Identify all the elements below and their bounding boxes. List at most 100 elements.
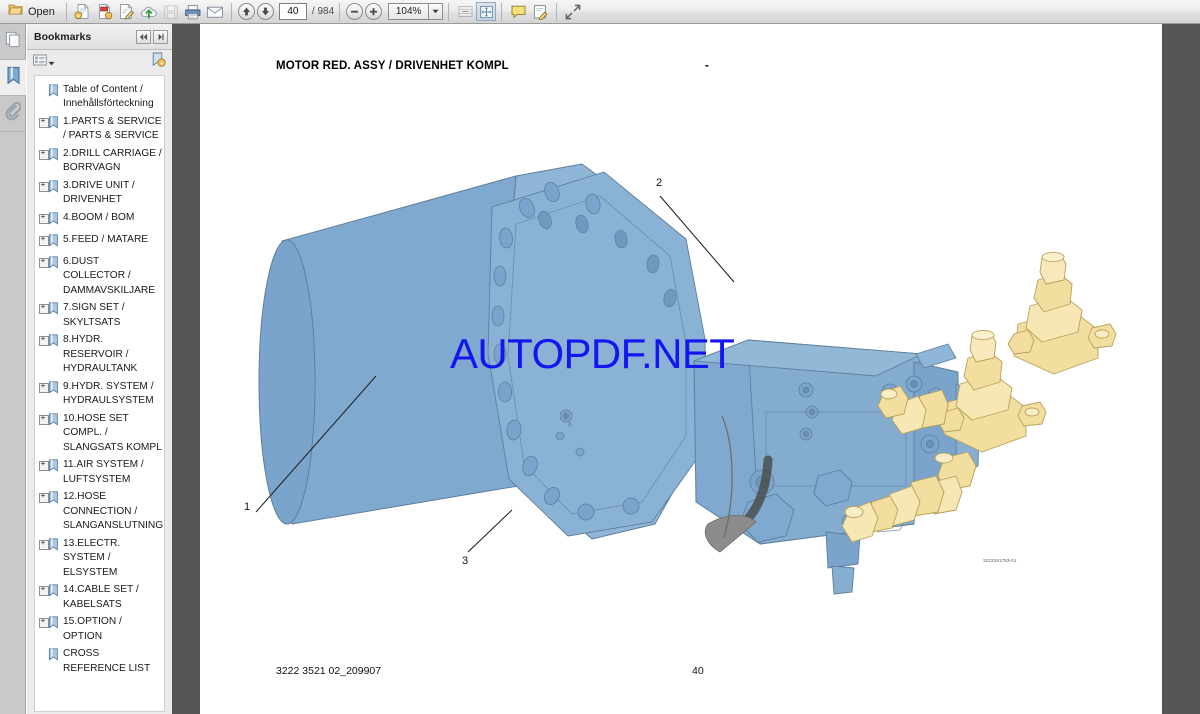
list-item[interactable]: 2.DRILL CARRIAGE / BORRVAGN [35,145,164,177]
edit-pdf-icon[interactable] [116,2,138,22]
bookmarks-tab[interactable] [0,60,26,96]
bookmark-icon [48,380,61,399]
save-icon [160,2,182,22]
page-number-input[interactable]: 40 [278,3,307,20]
list-item[interactable]: 11.AIR SYSTEM / LUFTSYSTEM [35,457,164,489]
toolbar-divider [448,2,450,21]
bookmark-icon [48,412,61,431]
list-item[interactable]: 12.HOSE CONNECTION / SLANGANSLUTNING [35,489,164,536]
list-item-label: CROSS REFERENCE LIST [63,648,151,674]
add-comment-icon[interactable] [507,2,529,22]
expand-toggle[interactable] [39,256,49,268]
expand-toggle[interactable] [39,180,49,192]
list-item[interactable]: 10.HOSE SET COMPL. / SLANGSATS KOMPL [35,410,164,457]
list-item[interactable]: 4.BOOM / BOM [35,209,164,231]
expand-toggle[interactable] [39,538,49,550]
callout-2: 2 [656,177,662,189]
collapse-left-icon[interactable] [136,29,151,44]
expand-toggle[interactable] [39,381,49,393]
list-item[interactable]: 8.HYDR. RESERVOIR / HYDRAULTANK [35,332,164,379]
list-item[interactable]: 6.DUST COLLECTOR / DAMMAVSKILJARE [35,253,164,300]
expand-arrows-icon[interactable] [562,2,584,22]
zoom-in-button[interactable] [365,3,383,20]
new-bookmark-button[interactable] [151,52,166,72]
callout-1: 1 [244,501,250,513]
bookmark-icon [48,302,61,320]
expand-toggle[interactable] [39,413,49,425]
next-page-button[interactable] [256,3,274,20]
list-item-label: 10.HOSE SET COMPL. / SLANGSATS KOMPL [63,412,162,453]
save-as-icon[interactable] [72,2,94,22]
toolbar-divider [65,2,67,21]
list-options-button[interactable] [33,53,55,71]
email-icon[interactable] [204,2,226,22]
view-mode-group [454,0,497,24]
prev-page-button[interactable] [237,3,255,20]
bookmark-icon [48,537,61,556]
expand-toggle[interactable] [39,116,49,128]
list-item-label: 11.AIR SYSTEM / LUFTSYSTEM [63,459,144,485]
main-toolbar: Open 40 / 984 104% [0,0,1200,24]
folder-open-icon [8,2,23,21]
list-item-label: 3.DRIVE UNIT / DRIVENHET [63,179,135,206]
zoom-level-input[interactable]: 104% [388,3,429,20]
toolbar-divider [230,2,232,21]
watermark-text: AUTOPDF.NET [450,330,735,377]
expand-toggle[interactable] [39,491,49,503]
bookmarks-toolbar [27,50,172,74]
bookmark-icon [48,491,61,509]
list-item-label: 7.SIGN SET / SKYLTSATS [63,302,125,328]
list-item-label: 9.HYDR. SYSTEM / HYDRAULSYSTEM [63,380,154,407]
list-item[interactable]: CROSS REFERENCE LIST [35,646,164,678]
list-item-label: 6.DUST COLLECTOR / DAMMAVSKILJARE [63,255,156,296]
list-item-label: 12.HOSE CONNECTION / SLANGANSLUTNING [63,491,164,531]
list-item-label: 8.HYDR. RESERVOIR / HYDRAULTANK [63,334,138,374]
expand-toggle[interactable] [39,584,49,596]
zoom-dropdown-button[interactable] [428,3,444,20]
expand-toggle[interactable] [39,302,49,314]
attachments-tab[interactable] [0,96,26,132]
bookmarks-panel-title: Bookmarks [34,30,92,43]
expand-toggle[interactable] [39,334,49,346]
export-pdf-icon[interactable] [94,2,116,22]
list-options-icon [33,53,47,71]
list-item[interactable]: 13.ELECTR. SYSTEM / ELSYSTEM [35,535,164,582]
bookmark-icon [48,83,61,102]
caret-down-icon [48,53,55,71]
fit-page-icon[interactable] [476,2,497,21]
open-button[interactable]: Open [0,2,61,22]
fit-width-icon[interactable] [454,2,476,22]
bookmark-icon [48,147,61,166]
file-open-group: Open [0,0,61,24]
list-item[interactable]: 3.DRIVE UNIT / DRIVENHET [35,177,164,209]
list-item[interactable]: Table of Content / Innehållsförteckning [35,81,164,113]
expand-right-icon[interactable] [153,29,168,44]
print-icon[interactable] [182,2,204,22]
comment-group [507,0,551,24]
expand-toggle[interactable] [39,459,49,471]
list-item[interactable]: 7.SIGN SET / SKYLTSATS [35,300,164,332]
bookmark-icon [48,459,61,477]
fullscreen-group [562,0,584,24]
list-item[interactable]: 9.HYDR. SYSTEM / HYDRAULSYSTEM [35,378,164,410]
list-item-label: 14.CABLE SET / KABELSATS [63,584,139,610]
toolbar-divider [556,2,558,21]
bookmark-icon [48,115,61,134]
expand-toggle[interactable] [39,616,49,628]
paperclip-icon [5,101,22,126]
sidebar-rail [0,24,26,714]
bookmarks-tree[interactable]: Table of Content / Innehållsförteckning … [34,75,165,712]
expand-toggle [39,650,48,659]
highlight-text-icon[interactable] [529,2,551,22]
list-item[interactable]: 15.OPTION / OPTION [35,614,164,646]
list-item[interactable]: 14.CABLE SET / KABELSATS [35,582,164,614]
upload-cloud-icon[interactable] [138,2,160,22]
list-item[interactable]: 5.FEED / MATARE [35,231,164,253]
expand-toggle[interactable] [39,148,49,160]
svg-text:6: 6 [568,422,572,429]
expand-toggle[interactable] [39,212,49,224]
page-thumbnails-tab[interactable] [0,24,26,60]
list-item[interactable]: 1.PARTS & SERVICE / PARTS & SERVICE [35,113,164,145]
expand-toggle[interactable] [39,234,49,246]
zoom-out-button[interactable] [346,3,364,20]
